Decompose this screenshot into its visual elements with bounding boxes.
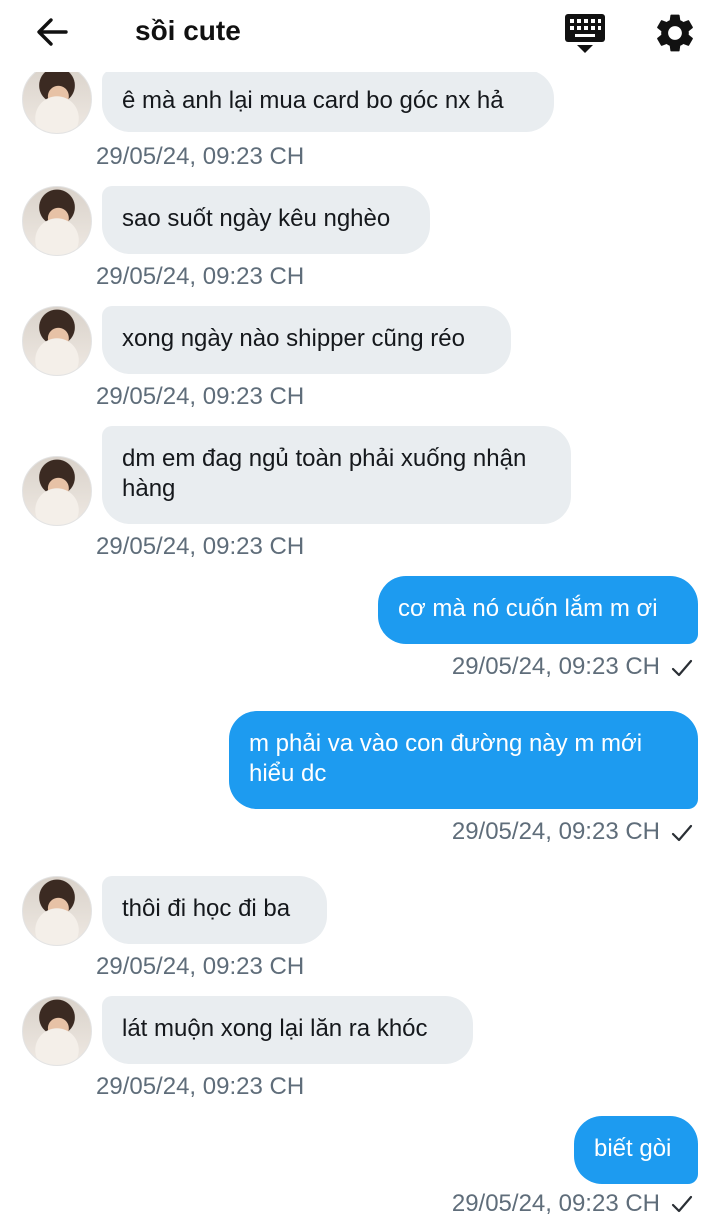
message-text: lát muộn xong lại lăn ra khóc (122, 1015, 428, 1042)
message-timestamp: 29/05/24, 09:23 CH (96, 143, 305, 170)
message-timestamp: 29/05/24, 09:23 CH (96, 953, 305, 980)
back-button[interactable] (30, 12, 76, 52)
message-bubble[interactable]: biết gòi (574, 1116, 698, 1184)
message-text: cơ mà nó cuốn lắm m ơi (398, 595, 658, 622)
avatar[interactable] (22, 64, 92, 134)
message-bubble[interactable]: sao suốt ngày kêu nghèo (102, 186, 430, 254)
message-bubble[interactable]: thôi đi học đi ba (102, 876, 327, 944)
message-bubble[interactable]: lát muộn xong lại lăn ra khóc (102, 996, 473, 1064)
message-bubble[interactable]: ê mà anh lại mua card bo góc nx hả (102, 70, 554, 132)
gear-icon (657, 14, 693, 52)
message-timestamp: 29/05/24, 09:23 CH (96, 383, 305, 410)
keyboard-hide-icon (565, 14, 605, 53)
message-bubble[interactable]: dm em đag ngủ toàn phải xuống nhận hàng (102, 426, 571, 524)
avatar[interactable] (22, 456, 92, 526)
message-text: sao suốt ngày kêu nghèo (122, 205, 391, 232)
message-text: biết gòi (594, 1135, 672, 1162)
message-list[interactable]: ê mà anh lại mua card bo góc nx hả 29/05… (0, 0, 720, 1217)
avatar[interactable] (22, 996, 92, 1066)
chat-header: sồi cute (0, 0, 720, 72)
message-text: dm em đag ngủ toàn phải xuống nhận hàng (122, 445, 527, 502)
settings-button[interactable] (652, 10, 698, 56)
message-timestamp: 29/05/24, 09:23 CH (96, 533, 305, 560)
message-text: ê mà anh lại mua card bo góc nx hả (122, 87, 504, 114)
avatar[interactable] (22, 186, 92, 256)
message-text: m phải va vào con đường này m mới hiểu d… (249, 730, 643, 787)
message-timestamp: 29/05/24, 09:23 CH (96, 1073, 305, 1100)
message-bubble[interactable]: m phải va vào con đường này m mới hiểu d… (229, 711, 698, 809)
message-text: xong ngày nào shipper cũng réo (122, 325, 465, 352)
message-text: thôi đi học đi ba (122, 895, 291, 922)
message-bubble[interactable]: xong ngày nào shipper cũng réo (102, 306, 511, 374)
avatar[interactable] (22, 876, 92, 946)
message-timestamp: 29/05/24, 09:23 CH (451, 1190, 660, 1217)
check-icon (671, 1195, 693, 1213)
message-timestamp: 29/05/24, 09:23 CH (96, 263, 305, 290)
avatar[interactable] (22, 306, 92, 376)
conversation-title: sồi cute (135, 15, 241, 46)
hide-keyboard-button[interactable] (562, 10, 608, 56)
arrow-left-icon (37, 18, 68, 46)
message-timestamp: 29/05/24, 09:23 CH (451, 818, 660, 845)
message-timestamp: 29/05/24, 09:23 CH (451, 653, 660, 680)
check-icon (671, 824, 693, 842)
check-icon (671, 659, 693, 677)
message-bubble[interactable]: cơ mà nó cuốn lắm m ơi (378, 576, 698, 644)
